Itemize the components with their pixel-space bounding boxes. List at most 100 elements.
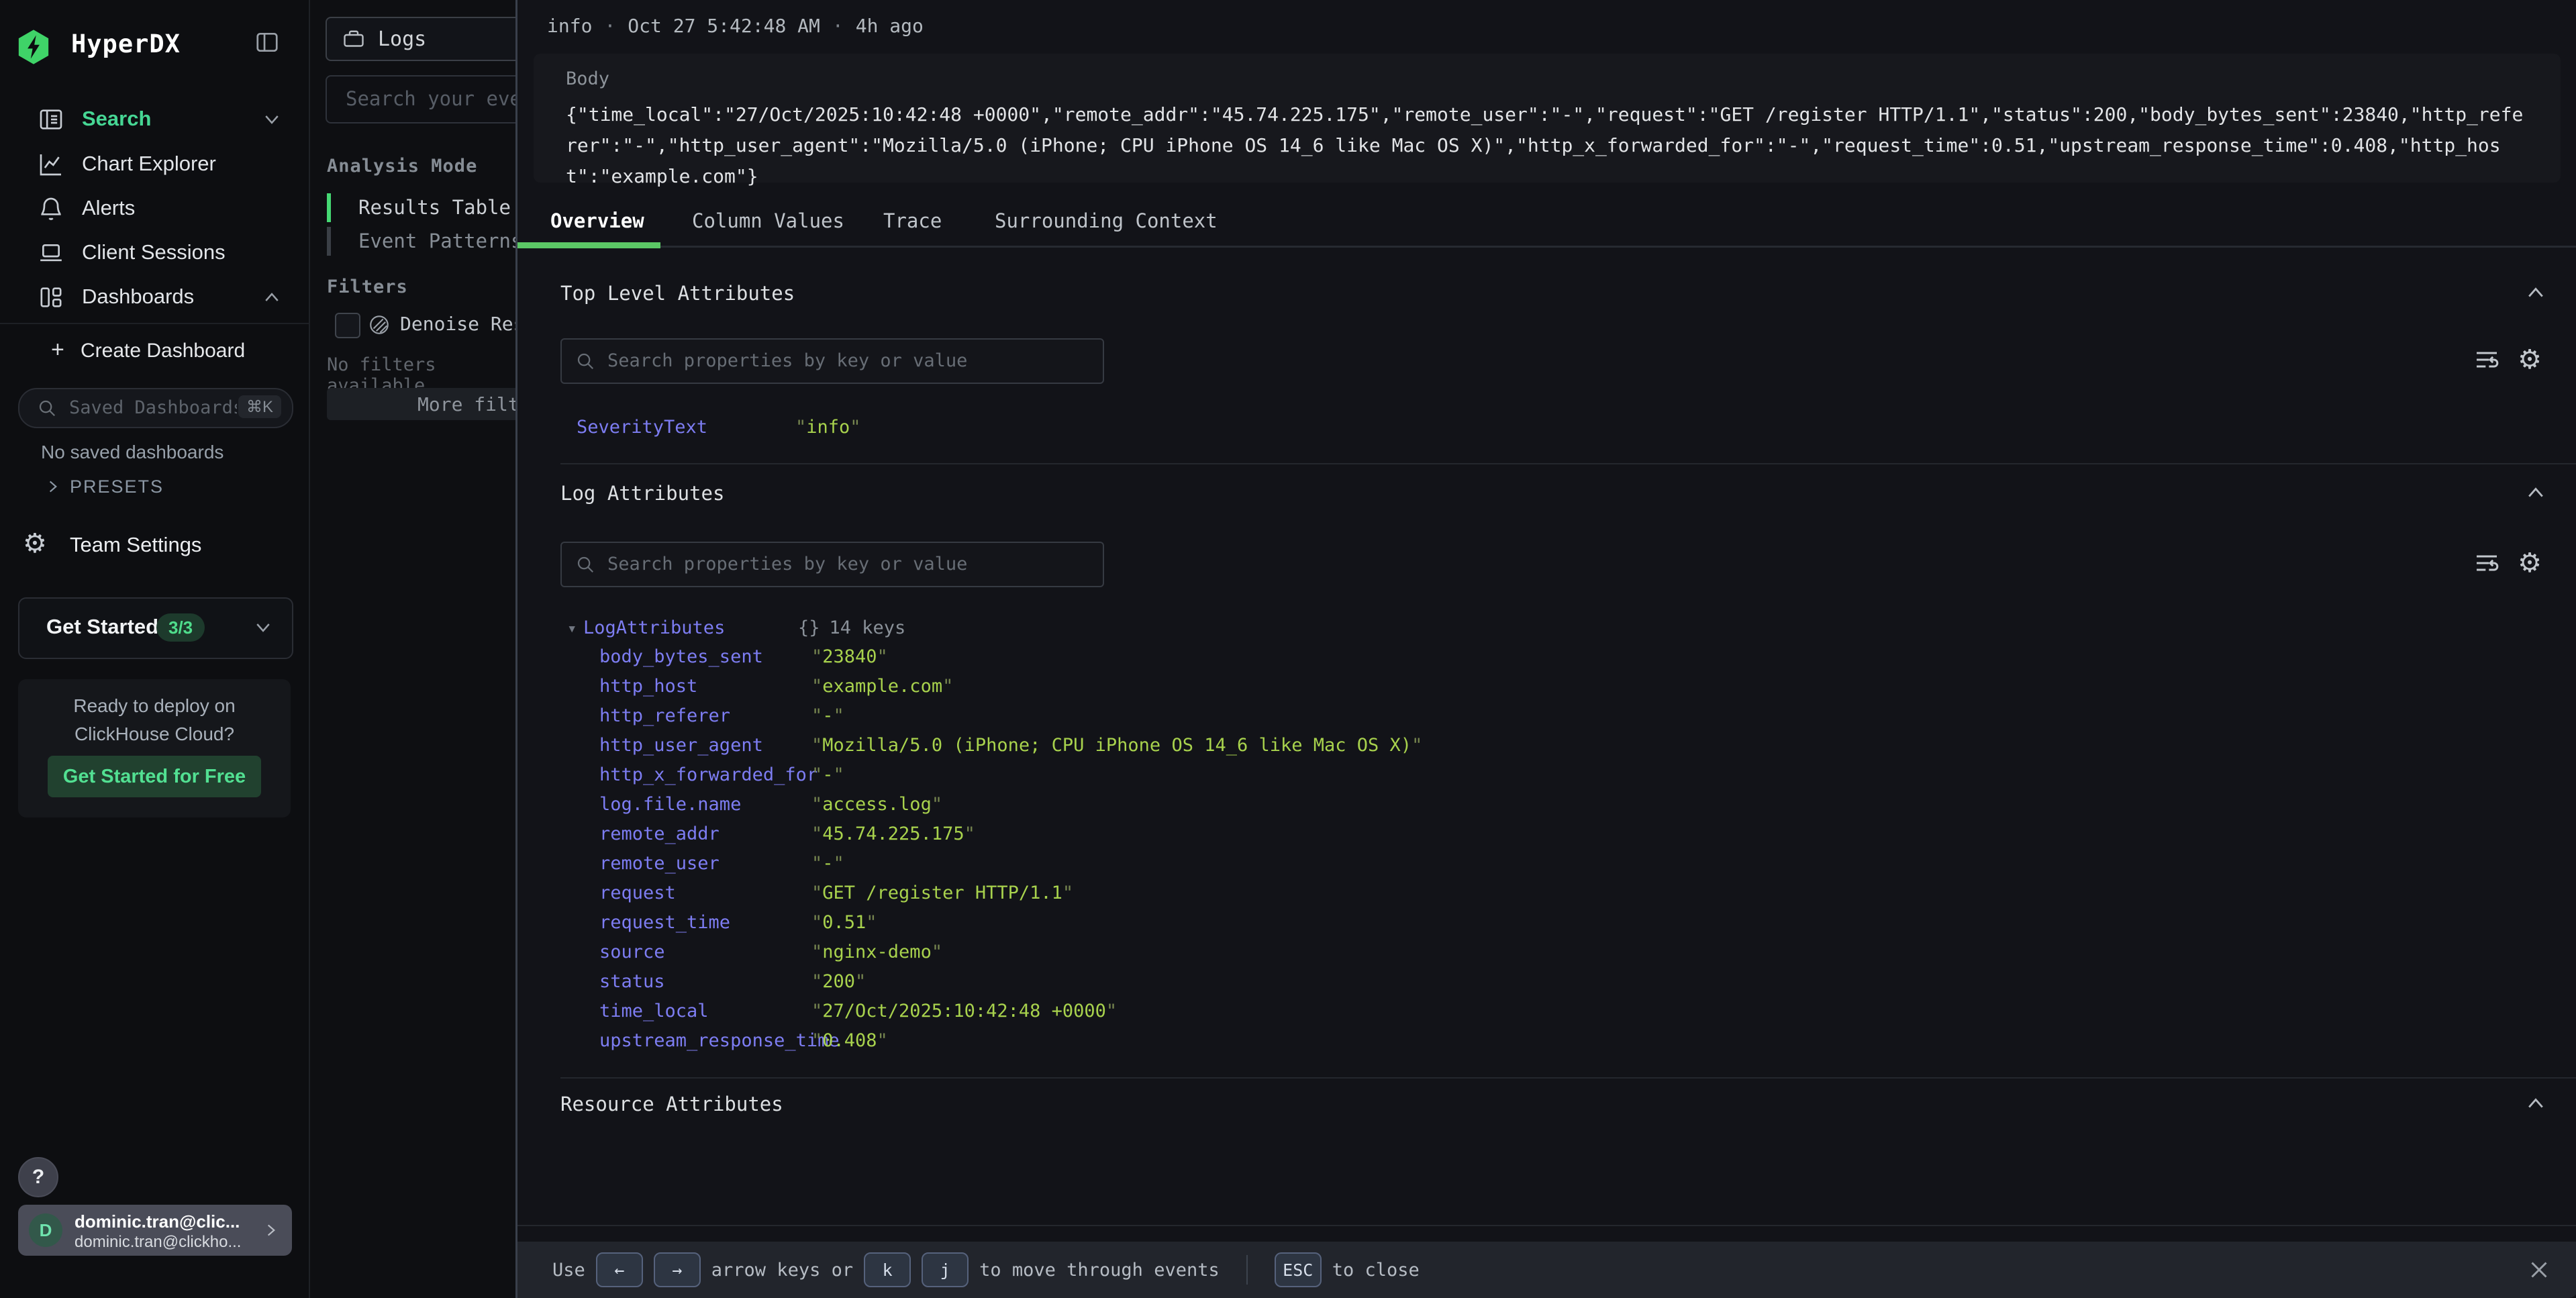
attribute-key[interactable]: source <box>599 938 811 967</box>
get-started-free-button[interactable]: Get Started for Free <box>48 756 261 797</box>
attribute-row: time_local27/Oct/2025:10:42:48 +0000 <box>599 997 1117 1026</box>
hint-text: to move through events <box>979 1260 1220 1281</box>
sidebar-item-client-sessions[interactable]: Client Sessions <box>0 231 309 275</box>
attribute-root-key[interactable]: LogAttributes <box>583 613 798 643</box>
attribute-key[interactable]: log.file.name <box>599 790 811 819</box>
section-title-top-level: Top Level Attributes <box>560 282 795 305</box>
sidebar-collapse-icon[interactable] <box>254 30 281 55</box>
chevron-up-icon[interactable] <box>2524 1094 2547 1113</box>
denoise-checkbox[interactable] <box>335 313 360 338</box>
attribute-key[interactable]: SeverityText <box>577 413 795 442</box>
attribute-value[interactable]: 0.408 <box>811 1026 888 1056</box>
top-level-search-input[interactable] <box>606 344 1092 377</box>
attribute-row: body_bytes_sent23840 <box>599 642 888 672</box>
sidebar-item-search[interactable]: Search <box>0 97 309 142</box>
body-json[interactable]: {"time_local":"27/Oct/2025:10:42:48 +000… <box>566 99 2532 192</box>
tab-overview[interactable]: Overview <box>550 209 644 232</box>
wrap-lines-icon[interactable] <box>2473 346 2500 373</box>
sidebar-item-label: Chart Explorer <box>82 152 216 176</box>
section-toolbar: ⚙ <box>2473 346 2542 373</box>
event-search-input[interactable] <box>344 81 515 117</box>
attribute-row: http_referer- <box>599 701 844 731</box>
attribute-value[interactable]: 45.74.225.175 <box>811 819 975 849</box>
attribute-key[interactable]: http_referer <box>599 701 811 731</box>
gear-icon[interactable]: ⚙ <box>2518 346 2542 373</box>
chevron-right-icon <box>44 478 62 495</box>
chevron-down-icon <box>262 111 282 128</box>
section-title-log-attributes: Log Attributes <box>560 482 724 505</box>
attribute-value[interactable]: Mozilla/5.0 (iPhone; CPU iPhone OS 14_6 … <box>811 731 1422 760</box>
chevron-up-icon[interactable] <box>2524 283 2547 302</box>
get-started-widget[interactable]: Get Started 3/3 <box>18 597 293 659</box>
attribute-row: upstream_response_time0.408 <box>599 1026 888 1056</box>
attribute-value[interactable]: info <box>795 413 861 442</box>
source-select[interactable]: Logs <box>326 17 515 61</box>
more-filters-button[interactable]: More filters <box>327 388 515 420</box>
attribute-key[interactable]: remote_user <box>599 849 811 879</box>
attribute-value[interactable]: 27/Oct/2025:10:42:48 +0000 <box>811 997 1117 1026</box>
attribute-value[interactable]: nginx-demo <box>811 938 942 967</box>
attribute-key[interactable]: http_user_agent <box>599 731 811 760</box>
attribute-key[interactable]: http_host <box>599 672 811 701</box>
close-icon[interactable] <box>2527 1258 2551 1282</box>
tab-surrounding-context[interactable]: Surrounding Context <box>995 209 1218 232</box>
denoise-icon <box>368 313 391 336</box>
body-card: Body {"time_local":"27/Oct/2025:10:42:48… <box>534 54 2561 183</box>
chevron-right-icon <box>262 1221 280 1239</box>
search-icon <box>575 554 595 575</box>
chevron-up-icon[interactable] <box>2524 483 2547 502</box>
attribute-value[interactable]: access.log <box>811 790 942 819</box>
event-detail-panel: info · Oct 27 5:42:48 AM · 4h ago Body {… <box>515 0 2576 1298</box>
attribute-key[interactable]: http_x_forwarded_for <box>599 760 811 790</box>
collapse-caret-icon[interactable]: ▾ <box>567 613 583 643</box>
mode-results-table[interactable]: Results Table <box>327 192 515 223</box>
attribute-value[interactable]: GET /register HTTP/1.1 <box>811 879 1073 908</box>
log-attributes-search-input[interactable] <box>606 547 1092 581</box>
attribute-value[interactable]: - <box>811 849 844 879</box>
attribute-value[interactable]: 0.51 <box>811 908 877 938</box>
tab-trace[interactable]: Trace <box>883 209 942 232</box>
attribute-key[interactable]: time_local <box>599 997 811 1026</box>
help-button[interactable]: ? <box>18 1157 58 1197</box>
attribute-key[interactable]: status <box>599 967 811 997</box>
mode-event-patterns[interactable]: Event Patterns <box>327 226 515 257</box>
section-divider <box>560 1077 2576 1079</box>
attribute-value[interactable]: - <box>811 760 844 790</box>
attribute-key[interactable]: body_bytes_sent <box>599 642 811 672</box>
search-icon <box>575 351 595 371</box>
sidebar-item-dashboards[interactable]: Dashboards <box>0 275 309 319</box>
wrap-lines-icon[interactable] <box>2473 550 2500 577</box>
attribute-key[interactable]: request_time <box>599 908 811 938</box>
attribute-key[interactable]: remote_addr <box>599 819 811 849</box>
attribute-key[interactable]: request <box>599 879 811 908</box>
event-timestamp: Oct 27 5:42:48 AM <box>628 15 820 37</box>
sidebar-item-team-settings[interactable]: ⚙ Team Settings <box>0 523 309 564</box>
keys-count: 14 keys <box>830 613 906 643</box>
logs-source-icon <box>342 27 366 51</box>
promo-text-line2: ClickHouse Cloud? <box>18 723 291 745</box>
presets-toggle[interactable]: PRESETS <box>0 472 309 501</box>
hyperdx-app: HyperDX Search Chart Explorer Alerts Cli… <box>0 0 2576 1298</box>
attribute-row: http_user_agentMozilla/5.0 (iPhone; CPU … <box>599 731 1422 760</box>
sidebar-item-alerts[interactable]: Alerts <box>0 187 309 231</box>
attribute-value[interactable]: example.com <box>811 672 953 701</box>
saved-dashboards-input[interactable] <box>68 392 238 423</box>
clickhouse-promo-card: Ready to deploy on ClickHouse Cloud? Get… <box>18 679 291 817</box>
event-panel-footer: Use ← → arrow keys or k j to move throug… <box>517 1242 2576 1298</box>
attribute-key[interactable]: upstream_response_time <box>599 1026 811 1056</box>
user-menu[interactable]: D dominic.tran@clic... dominic.tran@clic… <box>18 1205 292 1256</box>
severity-text: info <box>547 15 592 37</box>
sidebar-divider <box>0 323 309 324</box>
denoise-label: Denoise Results <box>400 313 515 335</box>
saved-dashboards-search[interactable]: ⌘K <box>18 388 293 428</box>
gear-icon[interactable]: ⚙ <box>2518 550 2542 577</box>
tab-column-values[interactable]: Column Values <box>692 209 844 232</box>
create-dashboard-button[interactable]: + Create Dashboard <box>0 333 309 369</box>
attribute-value[interactable]: 200 <box>811 967 866 997</box>
sidebar-item-chart-explorer[interactable]: Chart Explorer <box>0 142 309 187</box>
attribute-value[interactable]: 23840 <box>811 642 888 672</box>
avatar: D <box>29 1213 62 1247</box>
attribute-value[interactable]: - <box>811 701 844 731</box>
get-started-label: Get Started <box>46 615 158 639</box>
team-settings-label: Team Settings <box>70 533 201 557</box>
